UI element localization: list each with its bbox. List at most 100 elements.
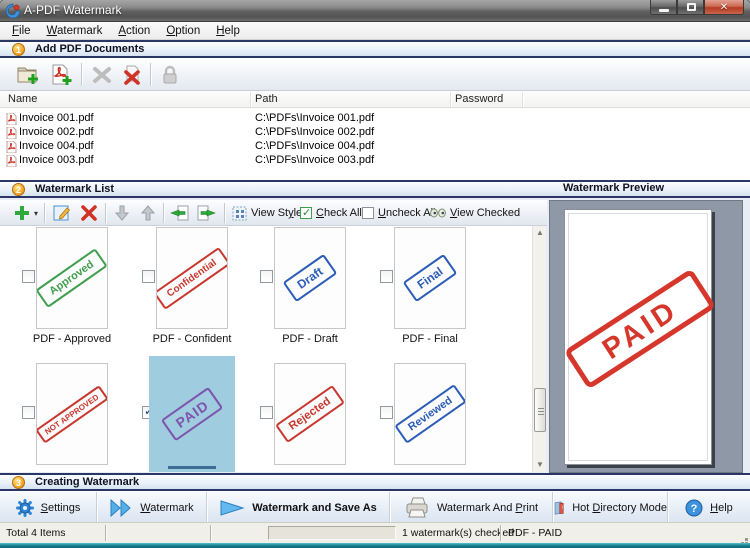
watermark-preview-panel: PAID xyxy=(549,200,743,473)
stamp-text: Final xyxy=(403,254,458,302)
add-watermark-button[interactable]: ▾ xyxy=(14,203,38,223)
column-separator[interactable] xyxy=(450,92,452,107)
badge-2: 2 xyxy=(12,183,25,196)
table-row[interactable]: Invoice 001.pdf C:\PDFs\Invoice 001.pdf xyxy=(0,112,750,126)
add-folder-button[interactable] xyxy=(16,63,40,87)
arrow-up-icon xyxy=(139,205,157,221)
maximize-button[interactable] xyxy=(677,0,704,15)
watermark-item-paid[interactable]: ✓ PAID xyxy=(128,362,246,472)
table-row[interactable]: Invoice 004.pdf C:\PDFs\Invoice 004.pdf xyxy=(0,140,750,154)
watermark-thumbnail[interactable]: Confidential xyxy=(156,227,228,329)
watermark-thumbnail[interactable]: NOT APPROVED xyxy=(36,363,108,465)
column-path[interactable]: Path xyxy=(255,93,278,105)
import-icon xyxy=(170,205,190,221)
watermark-checkbox[interactable] xyxy=(380,270,393,283)
check-all-button[interactable]: ✓ Check All xyxy=(300,203,362,223)
resize-grip[interactable] xyxy=(745,538,748,541)
scrollbar-thumb[interactable] xyxy=(534,388,546,432)
watermark-label: Watermark xyxy=(140,502,193,514)
stamp-text: PAID xyxy=(161,387,224,442)
remove-all-button[interactable] xyxy=(120,63,144,87)
watermark-print-label: Watermark And Print xyxy=(437,502,538,514)
status-separator xyxy=(210,525,212,541)
menu-option[interactable]: Option xyxy=(158,24,208,38)
eyes-icon xyxy=(430,208,446,218)
column-password[interactable]: Password xyxy=(455,93,503,105)
move-up-button xyxy=(139,203,157,223)
title-bar[interactable]: A-PDF Watermark ✕ xyxy=(0,0,750,22)
help-label: Help xyxy=(710,502,733,514)
watermark-checkbox[interactable] xyxy=(260,270,273,283)
table-row[interactable]: Invoice 002.pdf C:\PDFs\Invoice 002.pdf xyxy=(0,126,750,140)
watermark-print-button[interactable]: Watermark And Print xyxy=(390,492,553,523)
minimize-button[interactable] xyxy=(650,0,677,15)
watermark-item-not-approved[interactable]: NOT APPROVED xyxy=(8,362,126,472)
check-all-label: Check All xyxy=(316,207,362,219)
watermark-checkbox[interactable] xyxy=(22,406,35,419)
watermark-checkbox-checked[interactable]: ✓ xyxy=(142,406,155,419)
watermark-thumbnail[interactable]: Draft xyxy=(274,227,346,329)
toolbar-separator xyxy=(44,203,46,223)
watermark-thumbnail[interactable]: Final xyxy=(394,227,466,329)
edit-watermark-button[interactable] xyxy=(52,203,72,223)
watermark-item-draft[interactable]: Draft PDF - Draft xyxy=(246,226,364,346)
settings-label: Settings xyxy=(41,502,81,514)
stamp-text: Draft xyxy=(283,254,338,302)
table-row[interactable]: Invoice 003.pdf C:\PDFs\Invoice 003.pdf xyxy=(0,154,750,168)
watermark-thumbnail[interactable]: Approved xyxy=(36,227,108,329)
status-current-watermark: PDF - PAID xyxy=(508,527,562,539)
pdf-file-icon xyxy=(5,155,17,170)
help-button[interactable]: ? Help xyxy=(668,492,750,523)
double-arrow-icon xyxy=(109,499,133,517)
menu-help[interactable]: Help xyxy=(208,24,248,38)
password-button xyxy=(158,63,182,87)
scroll-up-icon[interactable]: ▲ xyxy=(533,226,546,240)
add-pdf-icon xyxy=(49,64,73,86)
uncheck-all-button[interactable]: Uncheck All xyxy=(362,203,435,223)
menu-action[interactable]: Action xyxy=(110,24,158,38)
file-table-header[interactable]: Name Path Password xyxy=(0,91,750,108)
window-frame-bottom xyxy=(0,543,750,548)
import-watermark-button[interactable] xyxy=(170,203,190,223)
watermark-thumbnail[interactable]: Rejected xyxy=(274,363,346,465)
view-checked-button[interactable]: View Checked xyxy=(430,203,520,223)
pdf-file-list: Name Path Password Invoice 001.pdf C:\PD… xyxy=(0,91,750,180)
badge-3: 3 xyxy=(12,476,25,489)
view-style-button[interactable]: View Style ▾ xyxy=(232,203,310,223)
watermark-item-rejected[interactable]: Rejected xyxy=(246,362,364,472)
status-bar: Total 4 Items 1 watermark(s) checked PDF… xyxy=(0,522,750,543)
export-watermark-button[interactable] xyxy=(196,203,216,223)
column-separator[interactable] xyxy=(522,92,524,107)
add-pdf-button[interactable] xyxy=(49,63,73,87)
preview-stamp: PAID xyxy=(564,268,717,389)
watermark-thumbnail[interactable]: Reviewed xyxy=(394,363,466,465)
watermark-checkbox[interactable] xyxy=(142,270,155,283)
column-name[interactable]: Name xyxy=(8,93,37,105)
column-separator[interactable] xyxy=(250,92,252,107)
chevron-down-icon[interactable]: ▾ xyxy=(34,209,38,218)
menu-file[interactable]: File xyxy=(4,24,39,38)
watermark-item-reviewed[interactable]: Reviewed xyxy=(366,362,484,472)
watermark-item-final[interactable]: Final PDF - Final xyxy=(366,226,484,346)
menu-watermark[interactable]: Watermark xyxy=(39,24,111,38)
vertical-scrollbar[interactable]: ▲ ▼ xyxy=(532,226,546,472)
toolbar-separator xyxy=(150,63,152,86)
watermark-button[interactable]: Watermark xyxy=(97,492,207,523)
watermark-item-approved[interactable]: Approved PDF - Approved xyxy=(8,226,126,346)
remove-all-icon xyxy=(120,64,144,86)
settings-button[interactable]: Settings xyxy=(0,492,97,523)
delete-watermark-button[interactable] xyxy=(80,203,98,223)
hot-directory-button[interactable]: Hot Directory Mode xyxy=(553,492,668,523)
watermark-checkbox[interactable] xyxy=(380,406,393,419)
close-button[interactable]: ✕ xyxy=(704,0,744,15)
section-watermark-list-title: Watermark List xyxy=(35,183,114,195)
scroll-down-icon[interactable]: ▼ xyxy=(533,458,546,472)
watermark-thumbnail[interactable]: PAID xyxy=(156,363,228,465)
watermark-grid: Approved PDF - Approved Confidential PDF… xyxy=(0,226,546,472)
watermark-item-confidential[interactable]: Confidential PDF - Confident xyxy=(128,226,246,346)
watermark-checkbox[interactable] xyxy=(260,406,273,419)
arrow-down-icon xyxy=(113,205,131,221)
watermark-save-as-button[interactable]: Watermark and Save As xyxy=(207,492,390,523)
play-icon xyxy=(219,499,245,517)
watermark-checkbox[interactable] xyxy=(22,270,35,283)
